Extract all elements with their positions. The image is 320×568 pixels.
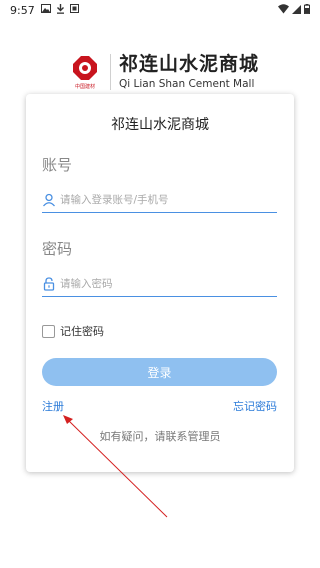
download-icon bbox=[56, 3, 65, 17]
account-label: 账号 bbox=[42, 156, 73, 174]
forgot-password-link[interactable]: 忘记密码 bbox=[233, 398, 277, 414]
remember-password[interactable]: 记住密码 bbox=[42, 323, 104, 339]
brand-name-cn: 祁连山水泥商城 bbox=[119, 53, 260, 75]
status-time: 9:57 bbox=[10, 3, 35, 17]
cnbm-logo-icon bbox=[73, 55, 97, 80]
remember-checkbox[interactable] bbox=[42, 324, 55, 338]
account-field[interactable] bbox=[42, 187, 277, 213]
password-field[interactable] bbox=[42, 271, 277, 297]
login-button[interactable]: 登录 bbox=[42, 358, 277, 386]
status-bar: 9:57 bbox=[0, 0, 320, 20]
company-logo: 中国建材 bbox=[66, 55, 104, 90]
password-input[interactable] bbox=[60, 277, 260, 290]
register-link[interactable]: 注册 bbox=[42, 398, 64, 414]
login-page: 9:57 中国建材 祁连山水泥商城 Qi Lian Shan Cement Ma… bbox=[0, 0, 320, 568]
notification-icon bbox=[69, 4, 79, 16]
logo-caption: 中国建材 bbox=[74, 83, 95, 90]
lock-icon bbox=[43, 276, 55, 291]
signal-icon bbox=[292, 4, 301, 17]
status-right-icons bbox=[278, 3, 310, 17]
password-label: 密码 bbox=[42, 240, 73, 258]
brand-name-en: Qi Lian Shan Cement Mall bbox=[119, 78, 255, 90]
help-text: 如有疑问，请联系管理员 bbox=[99, 430, 221, 443]
image-icon bbox=[40, 4, 51, 16]
brand-text: 祁连山水泥商城 Qi Lian Shan Cement Mall bbox=[119, 53, 259, 91]
brand-header: 中国建材 祁连山水泥商城 Qi Lian Shan Cement Mall bbox=[66, 50, 259, 94]
brand-divider bbox=[110, 54, 111, 90]
remember-label: 记住密码 bbox=[60, 325, 104, 338]
login-card: 祁连山水泥商城 账号 密码 记住密码 登录 注册 忘记密码 如有疑问，请联系管理 bbox=[26, 94, 294, 472]
user-icon bbox=[43, 193, 55, 206]
account-input[interactable] bbox=[60, 193, 260, 206]
card-title: 祁连山水泥商城 bbox=[111, 117, 209, 133]
battery-icon bbox=[304, 3, 310, 17]
wifi-icon bbox=[278, 3, 289, 17]
